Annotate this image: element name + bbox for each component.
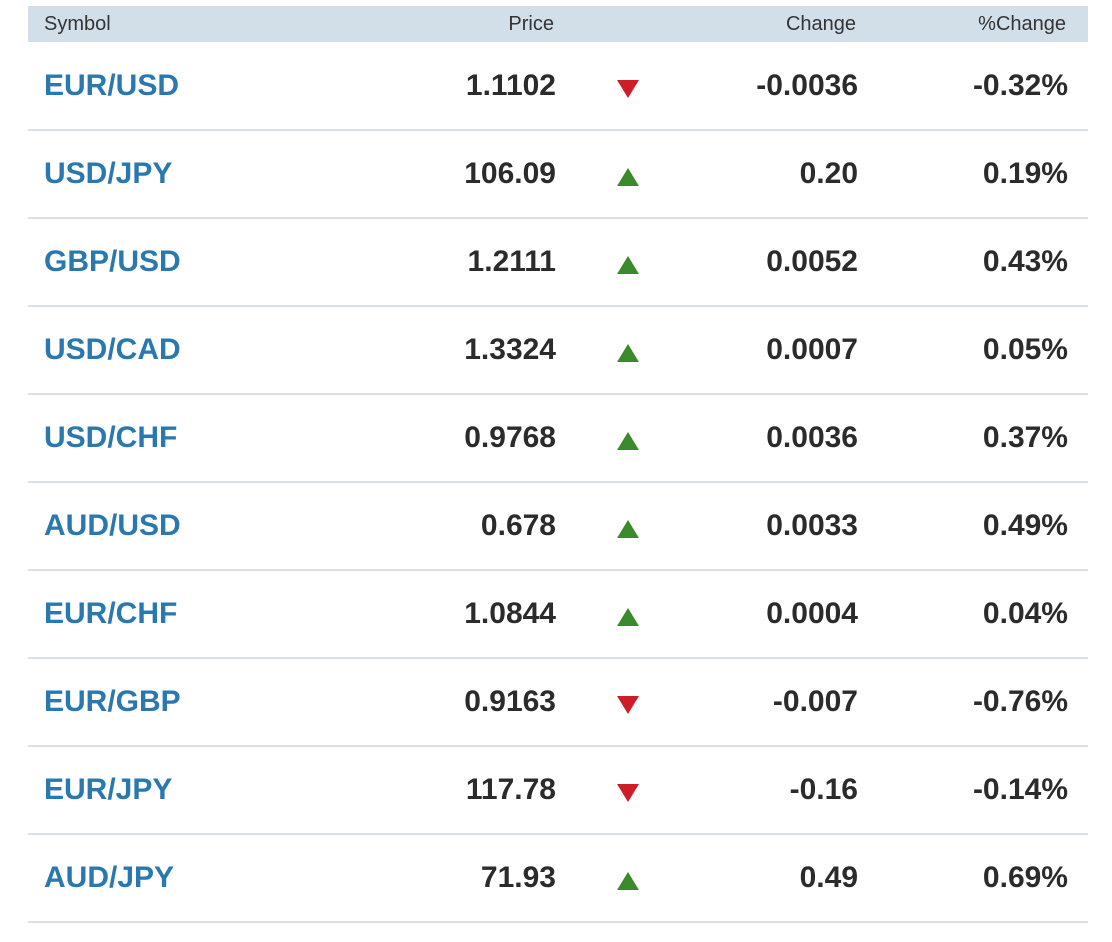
pct-change-value: 0.69% xyxy=(982,861,1068,894)
direction-cell xyxy=(558,658,698,746)
change-value: -0.007 xyxy=(772,685,858,718)
table-row: USD/CHF 0.9768 0.0036 0.37% xyxy=(28,394,1088,482)
direction-cell xyxy=(558,746,698,834)
direction-cell xyxy=(558,482,698,570)
price-value: 1.3324 xyxy=(464,333,556,366)
direction-cell xyxy=(558,130,698,218)
price-value: 0.9768 xyxy=(464,421,556,454)
triangle-down-icon xyxy=(617,696,639,715)
table-row: EUR/JPY 117.78 -0.16 -0.14% xyxy=(28,746,1088,834)
header-symbol[interactable]: Symbol xyxy=(28,6,328,42)
symbol-link[interactable]: EUR/GBP xyxy=(28,658,328,746)
table-row: AUD/JPY 71.93 0.49 0.69% xyxy=(28,834,1088,922)
pct-change-value: 0.43% xyxy=(982,245,1068,278)
table-row: AUD/USD 0.678 0.0033 0.49% xyxy=(28,482,1088,570)
change-value: 0.0033 xyxy=(766,509,858,542)
pct-change-value: -0.32% xyxy=(972,68,1068,102)
price-value: 1.0844 xyxy=(464,597,556,630)
pct-change-value: -0.76% xyxy=(972,685,1068,718)
triangle-down-icon xyxy=(617,79,639,98)
change-value: 0.0036 xyxy=(766,421,858,454)
symbol-link[interactable]: USD/JPY xyxy=(28,130,328,218)
price-value: 0.678 xyxy=(480,509,556,542)
price-value: 0.9163 xyxy=(464,685,556,718)
table-row: EUR/CHF 1.0844 0.0004 0.04% xyxy=(28,570,1088,658)
currency-quotes-panel: Symbol Price Change %Change EUR/USD 1.11… xyxy=(28,6,1088,923)
pct-change-value: 0.05% xyxy=(982,333,1068,366)
table-row: GBP/USD 1.2111 0.0052 0.43% xyxy=(28,218,1088,306)
triangle-up-icon xyxy=(617,520,639,539)
table-row: USD/JPY 106.09 0.20 0.19% xyxy=(28,130,1088,218)
price-value: 117.78 xyxy=(465,773,556,806)
header-price[interactable]: Price xyxy=(328,6,558,42)
price-value: 106.09 xyxy=(464,157,556,190)
triangle-up-icon xyxy=(617,608,639,627)
triangle-up-icon xyxy=(617,344,639,363)
price-value: 71.93 xyxy=(480,861,556,894)
direction-cell xyxy=(558,394,698,482)
change-value: -0.16 xyxy=(789,773,858,806)
triangle-up-icon xyxy=(617,168,639,187)
pct-change-value: 0.04% xyxy=(982,597,1068,630)
symbol-link[interactable]: EUR/CHF xyxy=(28,570,328,658)
table-row: USD/CAD 1.3324 0.0007 0.05% xyxy=(28,306,1088,394)
direction-cell xyxy=(558,570,698,658)
table-header-row: Symbol Price Change %Change xyxy=(28,6,1088,42)
change-value: 0.0007 xyxy=(766,333,858,366)
direction-cell xyxy=(558,42,698,130)
currency-quotes-table: Symbol Price Change %Change EUR/USD 1.11… xyxy=(28,6,1088,923)
change-value: 0.0052 xyxy=(766,245,858,278)
price-value: 1.1102 xyxy=(465,68,556,102)
change-value: -0.0036 xyxy=(756,68,858,102)
price-value: 1.2111 xyxy=(467,245,556,278)
header-change[interactable]: Change xyxy=(698,6,858,42)
triangle-up-icon xyxy=(617,256,639,275)
pct-change-value: 0.37% xyxy=(982,421,1068,454)
change-value: 0.20 xyxy=(799,157,858,190)
symbol-link[interactable]: AUD/USD xyxy=(28,482,328,570)
change-value: 0.0004 xyxy=(766,597,858,630)
symbol-link[interactable]: AUD/JPY xyxy=(28,834,328,922)
pct-change-value: 0.19% xyxy=(982,157,1068,190)
triangle-up-icon xyxy=(617,432,639,451)
triangle-down-icon xyxy=(617,784,639,803)
symbol-link[interactable]: EUR/USD xyxy=(28,42,328,130)
header-pct-change[interactable]: %Change xyxy=(858,6,1088,42)
header-direction xyxy=(558,6,698,42)
symbol-link[interactable]: GBP/USD xyxy=(28,218,328,306)
symbol-link[interactable]: EUR/JPY xyxy=(28,746,328,834)
quote-rows: EUR/USD 1.1102 -0.0036 -0.32% USD/JPY 10… xyxy=(28,42,1088,922)
direction-cell xyxy=(558,834,698,922)
change-value: 0.49 xyxy=(799,861,858,894)
pct-change-value: -0.14% xyxy=(972,773,1068,806)
table-row: EUR/GBP 0.9163 -0.007 -0.76% xyxy=(28,658,1088,746)
table-row: EUR/USD 1.1102 -0.0036 -0.32% xyxy=(28,42,1088,130)
triangle-up-icon xyxy=(617,872,639,891)
pct-change-value: 0.49% xyxy=(982,509,1068,542)
symbol-link[interactable]: USD/CAD xyxy=(28,306,328,394)
direction-cell xyxy=(558,306,698,394)
symbol-link[interactable]: USD/CHF xyxy=(28,394,328,482)
direction-cell xyxy=(558,218,698,306)
